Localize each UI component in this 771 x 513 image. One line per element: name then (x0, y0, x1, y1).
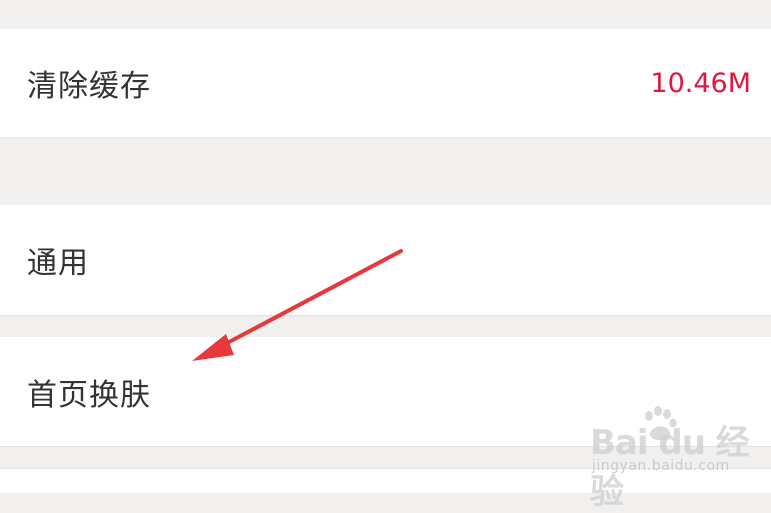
clear-cache-row[interactable]: 清除缓存 10.46M (0, 29, 771, 138)
clear-cache-label: 清除缓存 (27, 69, 151, 104)
cache-size-value: 10.46M (650, 67, 751, 99)
general-row[interactable]: 通用 (0, 205, 771, 316)
next-row-partial (0, 468, 771, 493)
general-label: 通用 (27, 246, 89, 281)
home-skin-row[interactable]: 首页换肤 (0, 337, 771, 447)
home-skin-label: 首页换肤 (27, 377, 151, 413)
